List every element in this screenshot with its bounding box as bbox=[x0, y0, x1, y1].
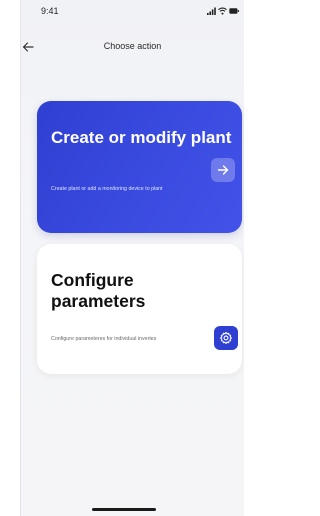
create-plant-description: Create plant or add a monitoring device … bbox=[51, 186, 163, 192]
configure-parameters-card[interactable]: Configure parameters Configure parameter… bbox=[37, 244, 242, 374]
page-title: Choose action bbox=[103, 41, 162, 51]
home-indicator bbox=[92, 508, 156, 511]
arrow-right-icon bbox=[217, 165, 229, 175]
phone-screen: 9:41 Choose action Create or modify plan… bbox=[20, 0, 244, 516]
create-plant-card[interactable]: Create or modify plant Create plant or a… bbox=[37, 101, 242, 233]
signal-icon bbox=[207, 7, 216, 15]
gear-icon bbox=[219, 331, 233, 345]
configure-parameters-gear-button[interactable] bbox=[214, 326, 238, 350]
create-plant-title: Create or modify plant bbox=[51, 128, 232, 147]
configure-parameters-description: Configure parameteres for individual inv… bbox=[51, 336, 157, 342]
configure-parameters-title: Configure parameters bbox=[51, 270, 146, 311]
status-bar: 9:41 bbox=[21, 0, 244, 22]
create-plant-arrow-button[interactable] bbox=[211, 158, 235, 182]
status-time: 9:41 bbox=[41, 6, 59, 16]
battery-icon bbox=[229, 8, 239, 14]
status-icons bbox=[207, 7, 239, 15]
navigation-bar: Choose action bbox=[21, 36, 244, 58]
wifi-icon bbox=[218, 7, 227, 15]
